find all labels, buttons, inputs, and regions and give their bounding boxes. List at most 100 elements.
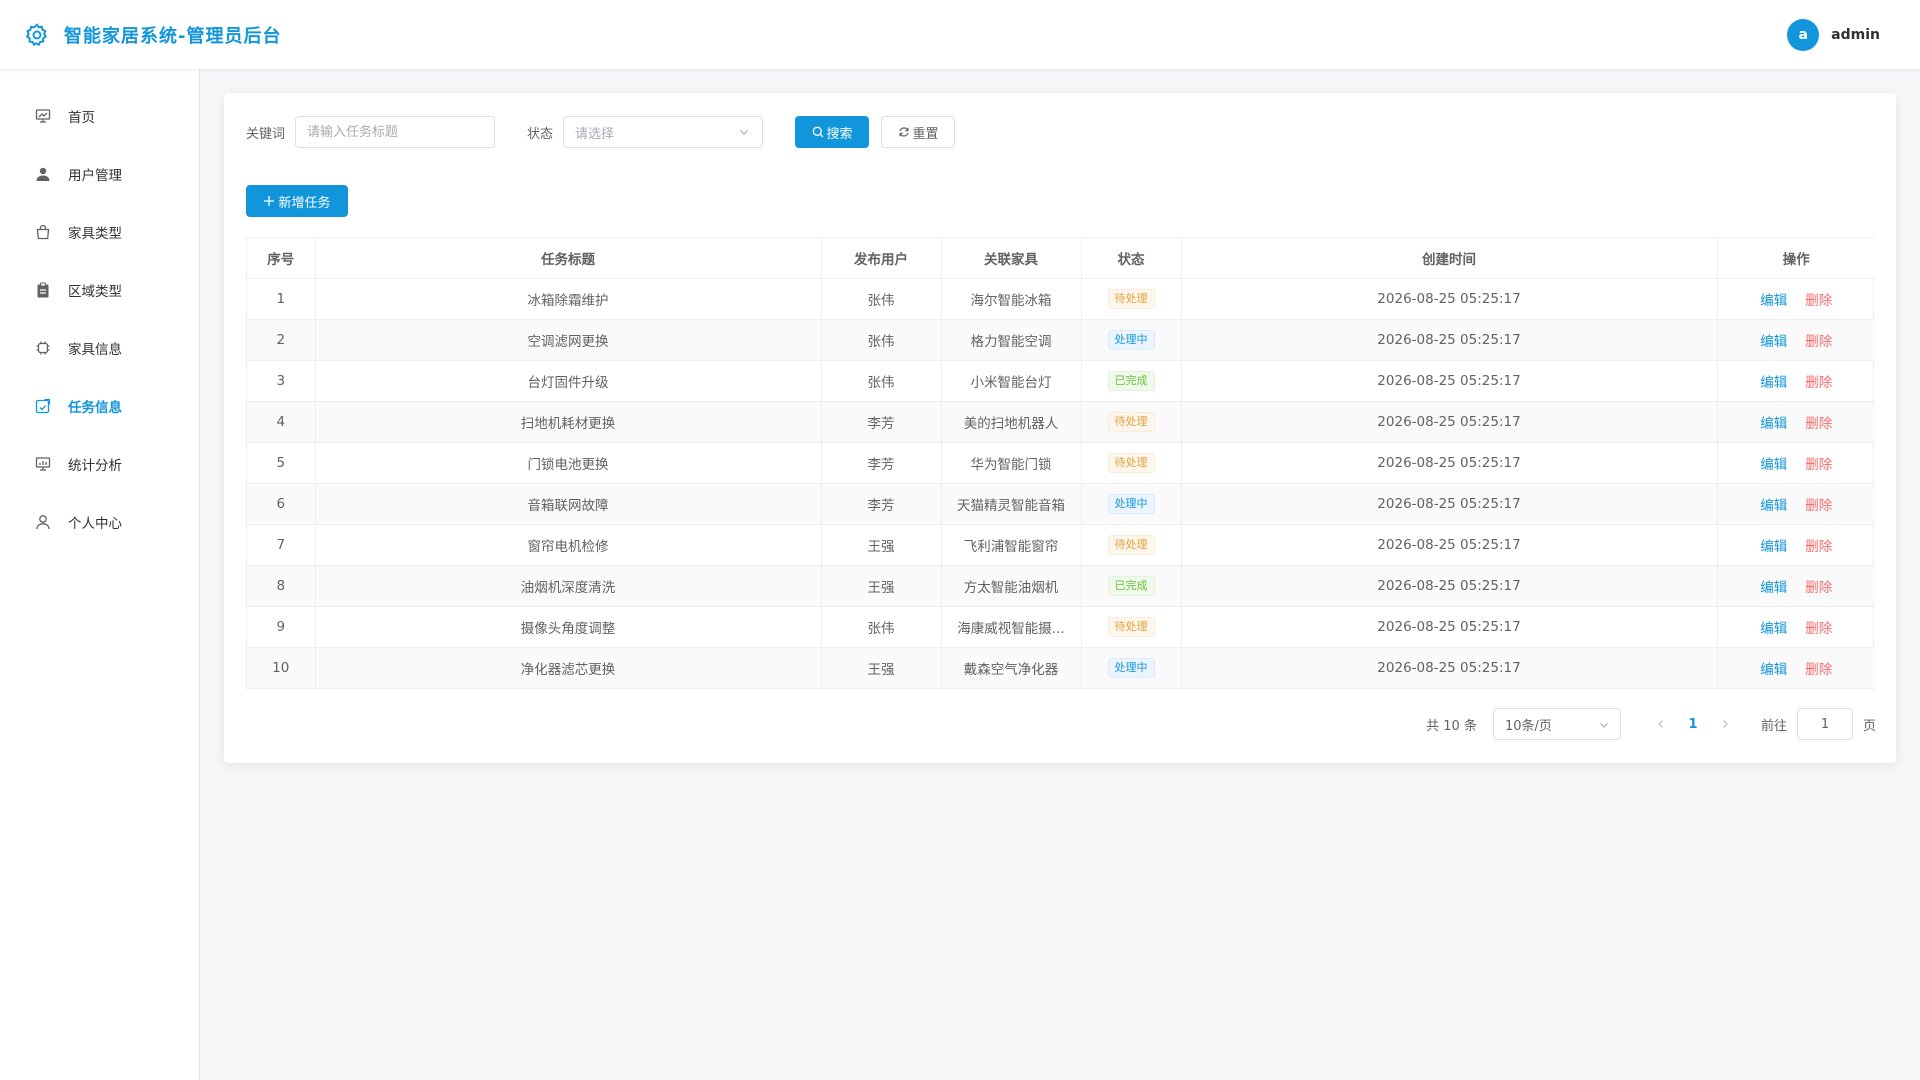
delete-button[interactable]: 删除 <box>1805 457 1832 473</box>
chart-board-icon <box>34 455 52 473</box>
cell-actions: 编辑 删除 <box>1717 565 1875 607</box>
cell-title: 窗帘电机检修 <box>315 524 822 566</box>
cell-furniture: 海康威视智能摄... <box>941 606 1082 648</box>
keyword-input[interactable] <box>295 116 496 148</box>
sidebar-item-furniture-info[interactable]: 家具信息 <box>0 319 199 377</box>
sidebar-item-area-type[interactable]: 区域类型 <box>0 261 199 319</box>
delete-button[interactable]: 删除 <box>1805 375 1832 391</box>
cell-time: 2026-08-25 05:25:17 <box>1181 401 1718 443</box>
cell-user: 王强 <box>821 647 942 689</box>
top-header: 智能家居系统-管理员后台 a admin <box>0 0 1920 69</box>
edit-button[interactable]: 编辑 <box>1760 539 1787 555</box>
prev-page-button[interactable] <box>1645 708 1677 740</box>
edit-button[interactable]: 编辑 <box>1760 375 1787 391</box>
cell-title: 扫地机耗材更换 <box>315 401 822 443</box>
sidebar-item-label: 统计分析 <box>68 458 122 474</box>
sidebar-item-task-info[interactable]: 任务信息 <box>0 377 199 435</box>
sidebar-item-home[interactable]: 首页 <box>0 87 199 145</box>
cell-time: 2026-08-25 05:25:17 <box>1181 565 1718 607</box>
task-card: 关键词 状态 请选择 搜索 重置 新增任务 序号 任 <box>224 93 1896 763</box>
status-select[interactable]: 请选择 <box>563 116 764 148</box>
edit-button[interactable]: 编辑 <box>1760 334 1787 350</box>
cell-user: 王强 <box>821 565 942 607</box>
column-header: 创建时间 <box>1181 238 1718 279</box>
table-row: 10 净化器滤芯更换 王强 戴森空气净化器 处理中 2026-08-25 05:… <box>247 647 1875 689</box>
table-row: 7 窗帘电机检修 王强 飞利浦智能窗帘 待处理 2026-08-25 05:25… <box>247 524 1875 566</box>
cell-furniture: 华为智能门锁 <box>941 442 1082 484</box>
page-number[interactable]: 1 <box>1677 708 1709 740</box>
reset-button[interactable]: 重置 <box>881 116 956 148</box>
chevron-left-icon <box>1658 720 1663 728</box>
table-row: 5 门锁电池更换 李芳 华为智能门锁 待处理 2026-08-25 05:25:… <box>247 442 1875 484</box>
status-badge: 处理中 <box>1107 493 1155 514</box>
status-badge: 待处理 <box>1107 452 1155 473</box>
edit-button[interactable]: 编辑 <box>1760 621 1787 637</box>
cell-user: 张伟 <box>821 278 942 320</box>
app-title: 智能家居系统-管理员后台 <box>64 26 282 47</box>
cell-actions: 编辑 删除 <box>1717 483 1875 525</box>
user-icon <box>34 165 52 183</box>
cell-status: 待处理 <box>1081 401 1182 443</box>
delete-button[interactable]: 删除 <box>1805 498 1832 514</box>
cell-status: 已完成 <box>1081 565 1182 607</box>
cell-furniture: 美的扫地机器人 <box>941 401 1082 443</box>
next-page-button[interactable] <box>1709 708 1741 740</box>
search-button[interactable]: 搜索 <box>795 116 870 148</box>
delete-button[interactable]: 删除 <box>1805 662 1832 678</box>
delete-button[interactable]: 删除 <box>1805 293 1832 309</box>
cell-furniture: 戴森空气净化器 <box>941 647 1082 689</box>
edit-button[interactable]: 编辑 <box>1760 498 1787 514</box>
status-badge: 处理中 <box>1107 329 1155 350</box>
presentation-board-icon <box>34 107 52 125</box>
table-row: 6 音箱联网故障 李芳 天猫精灵智能音箱 处理中 2026-08-25 05:2… <box>247 483 1875 525</box>
cell-time: 2026-08-25 05:25:17 <box>1181 278 1718 320</box>
column-header: 任务标题 <box>315 238 822 279</box>
sidebar-item-label: 任务信息 <box>68 400 122 416</box>
cell-status: 处理中 <box>1081 319 1182 361</box>
task-icon <box>34 397 52 415</box>
cell-index: 6 <box>247 483 316 525</box>
sidebar-item-user-management[interactable]: 用户管理 <box>0 145 199 203</box>
sidebar-item-statistics[interactable]: 统计分析 <box>0 435 199 493</box>
column-header: 状态 <box>1081 238 1182 279</box>
sidebar-item-personal-center[interactable]: 个人中心 <box>0 493 199 551</box>
table-row: 8 油烟机深度清洗 王强 方太智能油烟机 已完成 2026-08-25 05:2… <box>247 565 1875 607</box>
cell-title: 净化器滤芯更换 <box>315 647 822 689</box>
cell-index: 9 <box>247 606 316 648</box>
avatar[interactable]: a <box>1787 19 1820 51</box>
cell-furniture: 小米智能台灯 <box>941 360 1082 402</box>
table-row: 2 空调滤网更换 张伟 格力智能空调 处理中 2026-08-25 05:25:… <box>247 319 1875 361</box>
sidebar-item-furniture-type[interactable]: 家具类型 <box>0 203 199 261</box>
edit-button[interactable]: 编辑 <box>1760 580 1787 596</box>
user-menu[interactable]: a admin <box>1787 19 1880 51</box>
edit-button[interactable]: 编辑 <box>1760 662 1787 678</box>
delete-button[interactable]: 删除 <box>1805 334 1832 350</box>
add-task-button[interactable]: 新增任务 <box>246 185 348 217</box>
cell-time: 2026-08-25 05:25:17 <box>1181 647 1718 689</box>
delete-button[interactable]: 删除 <box>1805 621 1832 637</box>
cell-index: 1 <box>247 278 316 320</box>
chevron-right-icon <box>1723 720 1728 728</box>
status-label: 状态 <box>527 126 554 142</box>
column-header: 序号 <box>247 238 316 279</box>
sidebar-item-label: 家具信息 <box>68 342 122 358</box>
cell-actions: 编辑 删除 <box>1717 442 1875 484</box>
edit-button[interactable]: 编辑 <box>1760 416 1787 432</box>
edit-button[interactable]: 编辑 <box>1760 293 1787 309</box>
delete-button[interactable]: 删除 <box>1805 580 1832 596</box>
cell-status: 待处理 <box>1081 606 1182 648</box>
page-size-select[interactable]: 10条/页 <box>1492 708 1621 740</box>
page-size-value: 10条/页 <box>1504 718 1552 734</box>
cell-user: 张伟 <box>821 606 942 648</box>
delete-button[interactable]: 删除 <box>1805 539 1832 555</box>
username[interactable]: admin <box>1831 27 1880 43</box>
chip-icon <box>34 339 52 357</box>
cell-title: 音箱联网故障 <box>315 483 822 525</box>
goto-page-input[interactable] <box>1796 708 1853 740</box>
delete-button[interactable]: 删除 <box>1805 416 1832 432</box>
edit-button[interactable]: 编辑 <box>1760 457 1787 473</box>
task-table: 序号 任务标题 发布用户 关联家具 状态 创建时间 操作 1 冰箱除霜维护 张伟… <box>246 237 1875 689</box>
cell-user: 李芳 <box>821 401 942 443</box>
cell-time: 2026-08-25 05:25:17 <box>1181 319 1718 361</box>
cell-actions: 编辑 删除 <box>1717 524 1875 566</box>
